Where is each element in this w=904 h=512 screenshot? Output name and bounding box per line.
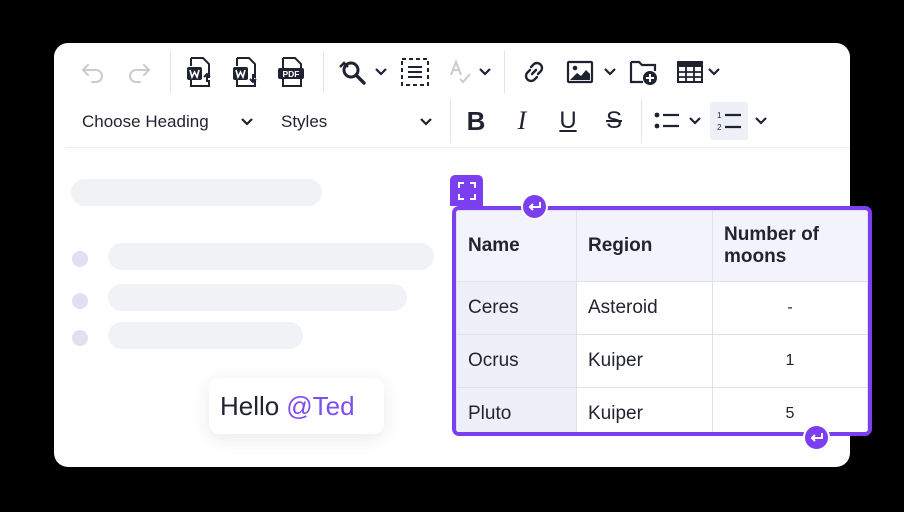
undo-button[interactable] xyxy=(76,55,110,89)
placeholder-line xyxy=(108,243,434,270)
strikethrough-button[interactable]: S xyxy=(595,102,633,140)
table-dropdown[interactable] xyxy=(707,67,721,77)
chevron-down-icon xyxy=(479,68,491,76)
styles-dropdown-label: Styles xyxy=(281,112,328,131)
redo-icon xyxy=(129,64,150,83)
resize-handle-icon xyxy=(457,181,476,200)
undo-icon xyxy=(82,64,103,83)
table-cell[interactable]: 1 xyxy=(712,334,868,388)
table-widget[interactable]: Name Region Number of moons Ceres Astero… xyxy=(452,206,872,436)
chevron-down-icon xyxy=(420,118,432,126)
placeholder-line xyxy=(108,284,407,311)
table-row: Ocrus Kuiper 1 xyxy=(456,334,868,388)
toolbar-separator xyxy=(323,51,324,93)
placeholder-bullet xyxy=(72,251,88,267)
planet-table: Name Region Number of moons Ceres Astero… xyxy=(456,210,868,432)
find-replace-button[interactable] xyxy=(336,55,370,89)
table-header-cell[interactable]: Region xyxy=(576,210,713,282)
spellcheck-dropdown[interactable] xyxy=(478,67,492,77)
heading-dropdown[interactable]: Choose Heading xyxy=(82,107,254,137)
bold-button[interactable]: B xyxy=(457,102,495,140)
export-word-button[interactable] xyxy=(229,55,263,89)
heading-dropdown-label: Choose Heading xyxy=(82,112,209,131)
pdf-label: PDF xyxy=(283,69,300,79)
table-header-cell[interactable]: Number of moons xyxy=(712,210,868,282)
bulleted-list-dropdown[interactable] xyxy=(688,116,702,126)
table-resize-handle[interactable] xyxy=(450,175,483,206)
chevron-down-icon xyxy=(604,68,616,76)
italic-button[interactable]: I xyxy=(503,102,541,140)
insert-paragraph-after-button[interactable] xyxy=(803,424,830,451)
link-button[interactable] xyxy=(517,55,551,89)
import-word-button[interactable] xyxy=(183,55,217,89)
export-pdf-icon: PDF xyxy=(278,57,304,87)
numbered-list-button[interactable]: 12 xyxy=(710,102,748,140)
toolbar-separator xyxy=(450,99,451,143)
svg-text:1: 1 xyxy=(717,111,722,120)
table-cell[interactable]: 5 xyxy=(712,387,868,432)
find-replace-icon xyxy=(339,61,366,85)
toolbar-separator xyxy=(504,51,505,93)
insert-paragraph-before-button[interactable] xyxy=(521,193,548,220)
underline-button[interactable]: U xyxy=(549,102,587,140)
table-cell[interactable]: Kuiper xyxy=(576,387,713,432)
table-cell[interactable]: Asteroid xyxy=(576,281,713,335)
placeholder-line xyxy=(108,322,303,349)
chevron-down-icon xyxy=(755,117,767,125)
insert-table-button[interactable] xyxy=(673,55,707,89)
toolbar-row-2: Choose Heading Styles B I U S 12 xyxy=(54,97,850,145)
table-cell[interactable]: Kuiper xyxy=(576,334,713,388)
placeholder-heading xyxy=(71,179,322,206)
image-icon xyxy=(566,60,594,84)
mention-card: Hello @Ted xyxy=(209,378,384,434)
spellcheck-icon xyxy=(450,59,471,84)
select-all-icon xyxy=(401,58,429,86)
table-row: Ceres Asteroid - xyxy=(456,281,868,335)
insert-paragraph-icon xyxy=(528,201,541,211)
table-cell[interactable]: Pluto xyxy=(456,387,577,432)
import-word-icon xyxy=(187,57,211,87)
chevron-down-icon xyxy=(241,118,253,126)
toolbar-divider xyxy=(66,147,850,148)
toolbar-separator xyxy=(641,99,642,143)
mention-greeting: Hello xyxy=(220,390,280,421)
insert-paragraph-icon xyxy=(810,432,823,442)
table-header-cell[interactable]: Name xyxy=(456,210,577,282)
mention-user[interactable]: @Ted xyxy=(286,391,354,422)
select-all-button[interactable] xyxy=(398,55,432,89)
toolbar-row-1: PDF xyxy=(54,48,850,96)
table-icon xyxy=(677,61,703,83)
table-cell[interactable]: - xyxy=(712,281,868,335)
link-icon xyxy=(524,61,544,83)
bulleted-list-button[interactable] xyxy=(648,102,686,140)
placeholder-bullet xyxy=(72,293,88,309)
redo-button[interactable] xyxy=(122,55,156,89)
styles-dropdown[interactable]: Styles xyxy=(281,107,433,137)
chevron-down-icon xyxy=(708,68,720,76)
file-manager-icon xyxy=(629,60,657,85)
chevron-down-icon xyxy=(375,68,387,76)
find-replace-dropdown[interactable] xyxy=(374,67,388,77)
image-dropdown[interactable] xyxy=(603,67,617,77)
export-pdf-button[interactable]: PDF xyxy=(275,55,309,89)
image-button[interactable] xyxy=(563,55,597,89)
placeholder-bullet xyxy=(72,330,88,346)
svg-text:2: 2 xyxy=(717,123,722,132)
chevron-down-icon xyxy=(689,117,701,125)
bulleted-list-icon xyxy=(654,112,679,129)
numbered-list-icon: 12 xyxy=(717,111,741,132)
toolbar-separator xyxy=(170,51,171,93)
table-cell[interactable]: Ceres xyxy=(456,281,577,335)
export-word-icon xyxy=(233,57,257,87)
file-manager-button[interactable] xyxy=(627,55,661,89)
spellcheck-button[interactable] xyxy=(444,55,478,89)
table-cell[interactable]: Ocrus xyxy=(456,334,577,388)
formatting-tools: B I U S 12 xyxy=(450,97,778,145)
numbered-list-dropdown[interactable] xyxy=(754,116,768,126)
